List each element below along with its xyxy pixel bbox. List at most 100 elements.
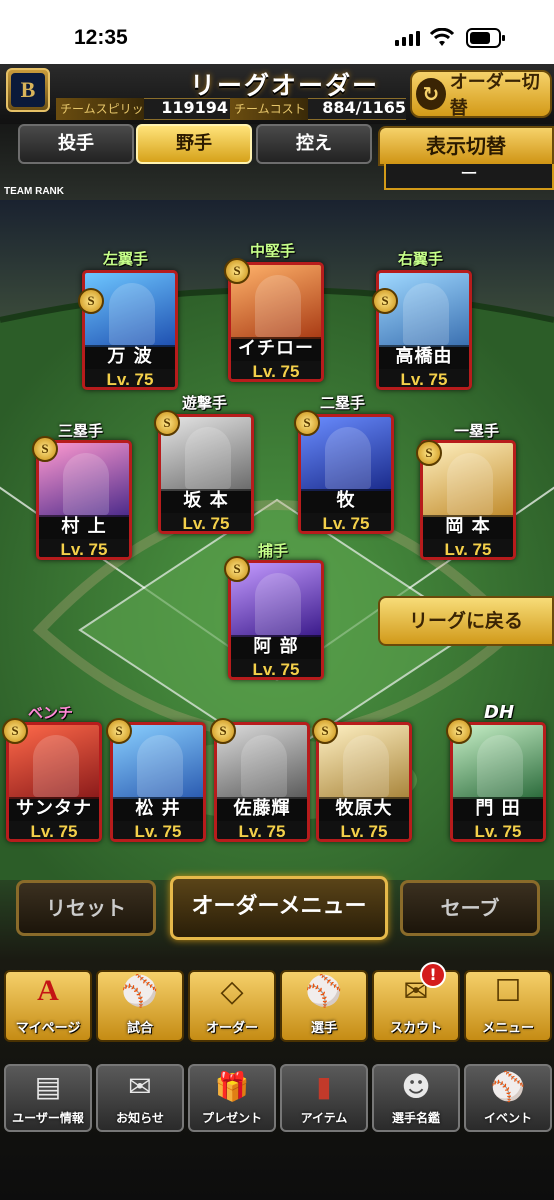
menu-label: 選手 <box>310 1021 337 1036</box>
notice-icon: ✉ <box>128 1070 152 1103</box>
player-level: Lv. 75 <box>379 369 469 387</box>
diamond-icon: ◇ <box>220 974 244 1009</box>
player-name: サンタナ <box>9 797 99 821</box>
player-name: 門 田 <box>453 797 543 821</box>
a-logo-icon: A <box>37 974 59 1007</box>
position-label-second-base: 二塁手 <box>320 394 366 412</box>
menu-label: マイページ <box>15 1021 81 1036</box>
team-spirits-value: 119194 <box>161 98 228 117</box>
menu-scout-button[interactable]: ✉ スカウト <box>372 970 460 1042</box>
team-spirits-label: チームスピリッツ <box>56 98 144 138</box>
rarity-badge-icon: S <box>32 436 58 462</box>
refresh-icon: ↻ <box>416 78 446 110</box>
wifi-icon <box>429 27 455 48</box>
player-level: Lv. 75 <box>113 821 203 839</box>
player-name: 牧原大 <box>319 797 409 821</box>
player-level: Lv. 75 <box>9 821 99 839</box>
stadium-icon: ⚾ <box>121 974 159 1009</box>
submenu-event-button[interactable]: ⚾ イベント <box>464 1064 552 1132</box>
menu-player-button[interactable]: ⚾ 選手 <box>280 970 368 1042</box>
submenu-label: アイテム <box>300 1111 348 1125</box>
player-level: Lv. 75 <box>85 369 175 387</box>
player-name: 牧 <box>301 489 391 513</box>
submenu-label: ユーザー情報 <box>12 1111 84 1125</box>
player-level: Lv. 75 <box>231 659 321 677</box>
submenu-label: プレゼント <box>201 1111 262 1125</box>
event-icon: ⚾ <box>490 1070 526 1103</box>
tab-fielder[interactable]: 野手 <box>136 124 252 164</box>
position-label-third-base: 三塁手 <box>58 422 104 440</box>
order-switch-button[interactable]: ↻ オーダー切替 <box>410 70 552 119</box>
submenu-user-info-button[interactable]: ▤ ユーザー情報 <box>4 1064 92 1132</box>
position-label-center-field: 中堅手 <box>250 242 296 260</box>
player-name: 村 上 <box>39 515 129 539</box>
player-name: 松 井 <box>113 797 203 821</box>
tab-reserve[interactable]: 控え <box>256 124 372 164</box>
menu-label: オーダー <box>205 1021 258 1036</box>
player-level: Lv. 75 <box>423 539 513 557</box>
player-name: 坂 本 <box>161 489 251 513</box>
signal-icon <box>395 30 421 46</box>
player-card-left-field[interactable]: 万 波 Lv. 75 <box>82 270 178 390</box>
player-name: 万 波 <box>85 345 175 369</box>
rarity-badge-icon: S <box>372 288 398 314</box>
menu-label: メニュー <box>481 1021 534 1036</box>
player-card-right-field[interactable]: 高橋由 Lv. 75 <box>376 270 472 390</box>
rarity-badge-icon: S <box>106 718 132 744</box>
mascot-icon: ☐ <box>494 974 522 1009</box>
screen: 12:35 B リーグオーダー チームスピリッツ 119194 チームコスト 8… <box>0 0 554 1200</box>
player-level: Lv. 75 <box>217 821 307 839</box>
battery-icon <box>466 28 506 48</box>
submenu-label: お知らせ <box>116 1111 164 1125</box>
display-toggle-button[interactable]: 表示切替 <box>378 126 554 166</box>
menu-order-button[interactable]: ◇ オーダー <box>188 970 276 1042</box>
tab-pitcher[interactable]: 投手 <box>18 124 134 164</box>
back-to-league-button[interactable]: リーグに戻る <box>378 596 554 646</box>
submenu-label: 選手名鑑 <box>391 1111 440 1125</box>
player-name: イチロー <box>231 337 321 361</box>
save-button[interactable]: セーブ <box>400 880 540 936</box>
player-name: 岡 本 <box>423 515 513 539</box>
position-label-bench: ベンチ <box>28 704 74 722</box>
order-menu-button[interactable]: オーダーメニュー <box>170 876 388 940</box>
submenu-notice-button[interactable]: ✉ お知らせ <box>96 1064 184 1132</box>
menu-label: 試合 <box>126 1021 153 1036</box>
player-directory-icon: ☻ <box>401 1070 431 1103</box>
display-toggle-value: ー <box>384 164 554 190</box>
reset-button[interactable]: リセット <box>16 880 156 936</box>
rarity-badge-icon: S <box>210 718 236 744</box>
user-info-icon: ▤ <box>34 1070 62 1103</box>
position-label-shortstop: 遊撃手 <box>182 394 228 412</box>
team-logo[interactable]: B <box>6 68 50 112</box>
menu-mypage-button[interactable]: A マイページ <box>4 970 92 1042</box>
submenu-present-button[interactable]: 🎁 プレゼント <box>188 1064 276 1132</box>
rarity-badge-icon: S <box>2 718 28 744</box>
player-level: Lv. 75 <box>39 539 129 557</box>
player-level: Lv. 75 <box>301 513 391 531</box>
position-label-left-field: 左翼手 <box>103 250 149 268</box>
rarity-badge-icon: S <box>154 410 180 436</box>
rarity-badge-icon: S <box>224 556 250 582</box>
position-label-catcher: 捕手 <box>258 542 289 560</box>
menu-menu-button[interactable]: ☐ メニュー <box>464 970 552 1042</box>
player-name: 阿 部 <box>231 635 321 659</box>
submenu-label: イベント <box>483 1111 532 1125</box>
notification-badge: ! <box>420 962 446 988</box>
position-label-right-field: 右翼手 <box>398 250 444 268</box>
scout-card-icon: ✉ <box>403 974 429 1009</box>
submenu-item-button[interactable]: ▮ アイテム <box>280 1064 368 1132</box>
position-label-first-base: 一塁手 <box>454 422 500 440</box>
menu-game-button[interactable]: ⚾ 試合 <box>96 970 184 1042</box>
player-level: Lv. 75 <box>161 513 251 531</box>
team-cost-label: チームコスト <box>230 98 308 120</box>
player-name: 佐藤輝 <box>217 797 307 821</box>
item-book-icon: ▮ <box>316 1070 332 1103</box>
team-logo-letter: B <box>11 73 45 107</box>
menu-label: スカウト <box>389 1021 442 1036</box>
present-icon: 🎁 <box>214 1070 250 1103</box>
position-label-dh: DH <box>484 702 515 723</box>
submenu-player-directory-button[interactable]: ☻ 選手名鑑 <box>372 1064 460 1132</box>
rarity-badge-icon: S <box>416 440 442 466</box>
rarity-badge-icon: S <box>312 718 338 744</box>
status-time: 12:35 <box>74 26 128 49</box>
